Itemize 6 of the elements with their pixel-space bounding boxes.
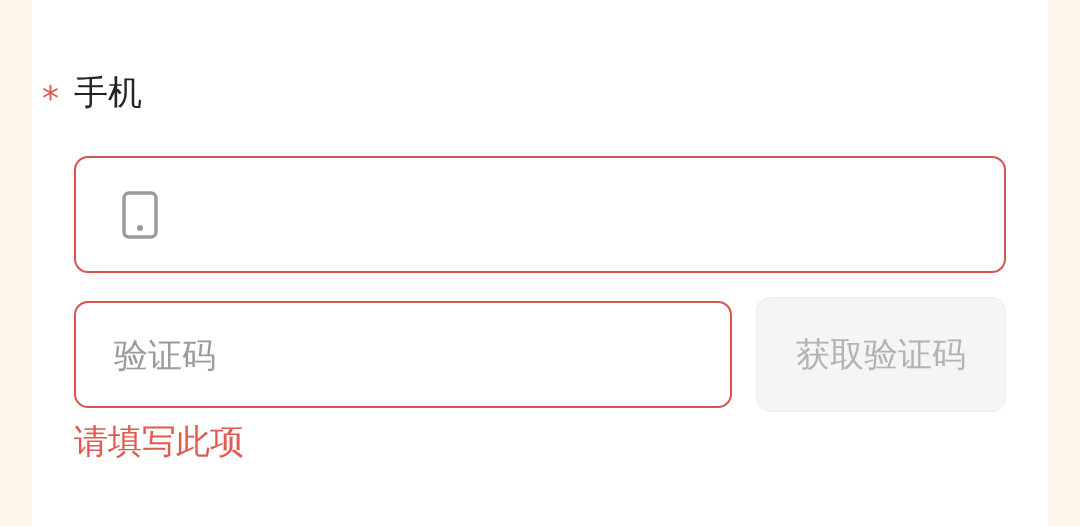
phone-icon xyxy=(122,190,158,239)
code-input-field[interactable]: 验证码 xyxy=(74,301,732,408)
field-label: 手机 xyxy=(74,75,142,109)
required-asterisk: * xyxy=(42,81,60,115)
phone-input-field[interactable] xyxy=(74,156,1006,273)
error-message: 请填写此项 xyxy=(74,420,245,463)
